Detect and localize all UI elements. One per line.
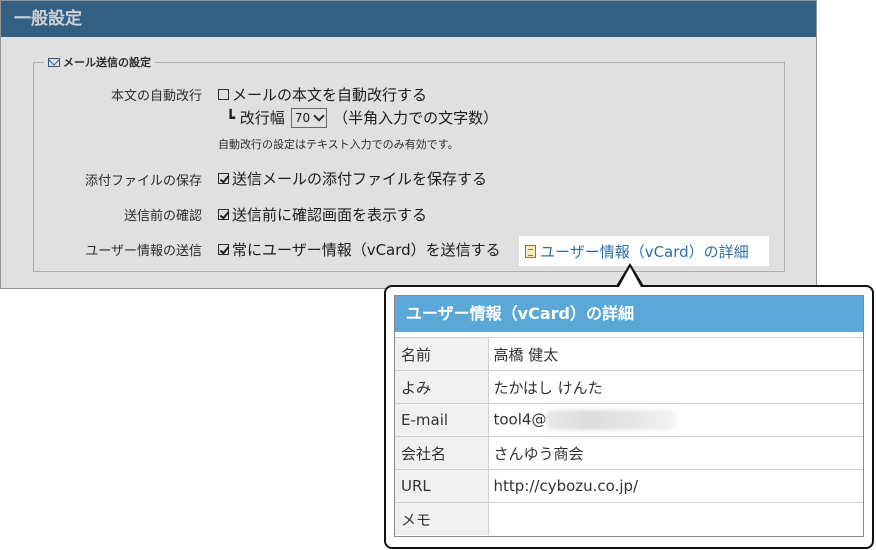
attachments-checkbox-label[interactable]: 送信メールの添付ファイルを保存する — [232, 168, 487, 189]
panel-title: 一般設定 — [1, 1, 816, 37]
table-row: URL http://cybozu.co.jp/ — [395, 469, 863, 503]
section-legend-label: メール送信の設定 — [63, 56, 151, 69]
row-value: 高橋 健太 — [488, 337, 863, 371]
vcard-checkbox[interactable] — [218, 244, 229, 255]
row-value: たかはし けんた — [488, 370, 863, 404]
confirm-label: 送信前の確認 — [123, 209, 202, 224]
wrap-width-suffix: （半角入力での文字数） — [333, 109, 499, 127]
wrap-width-select[interactable]: 70 — [290, 107, 328, 128]
row-value-email: tool4@ — [488, 403, 863, 437]
wrap-width-row: ┗ 改行幅 70 （半角入力での文字数） — [226, 107, 498, 128]
autowrap-note: 自動改行の設定はテキスト入力でのみ有効です。 — [218, 138, 459, 151]
table-row: よみ たかはし けんた — [395, 370, 863, 404]
autowrap-checkbox[interactable] — [218, 89, 229, 100]
vcard-detail-link-text[interactable]: ユーザー情報（vCard）の詳細 — [540, 241, 749, 262]
confirm-checkbox-label[interactable]: 送信前に確認画面を表示する — [232, 204, 427, 225]
attachments-label: 添付ファイルの保存 — [84, 174, 202, 189]
redacted-blur — [546, 410, 677, 430]
row-value — [488, 502, 863, 535]
confirm-checkbox[interactable] — [218, 209, 229, 220]
wrap-width-value: 70 — [294, 110, 311, 125]
row-key: よみ — [395, 370, 489, 404]
row-key: URL — [395, 469, 489, 503]
callout-pointer-fill — [619, 267, 641, 287]
table-row: メモ — [395, 502, 863, 535]
autowrap-label: 本文の自動改行 — [110, 89, 202, 104]
chevron-down-icon — [313, 109, 325, 122]
autowrap-checkbox-row[interactable]: メールの本文を自動改行する — [218, 84, 427, 105]
row-value: http://cybozu.co.jp/ — [488, 469, 863, 503]
section-legend: メール送信の設定 — [44, 54, 155, 70]
wrap-width-prefix: ┗ 改行幅 — [226, 109, 285, 127]
autowrap-checkbox-label[interactable]: メールの本文を自動改行する — [232, 84, 427, 105]
vcard-detail-title: ユーザー情報（vCard）の詳細 — [395, 296, 863, 332]
vcard-detail-panel: ユーザー情報（vCard）の詳細 名前 高橋 健太 よみ たかはし けんた E-… — [394, 295, 864, 537]
vcard-label: ユーザー情報の送信 — [85, 244, 202, 259]
attachments-checkbox-row[interactable]: 送信メールの添付ファイルを保存する — [218, 168, 487, 189]
document-icon — [525, 244, 536, 258]
email-local-part: tool4@ — [493, 410, 547, 429]
confirm-checkbox-row[interactable]: 送信前に確認画面を表示する — [218, 204, 427, 225]
row-key: 会社名 — [395, 436, 489, 470]
row-key: 名前 — [395, 337, 489, 371]
vcard-detail-table: 名前 高橋 健太 よみ たかはし けんた E-mail tool4@ 会社名 さ… — [395, 337, 863, 535]
attachments-checkbox[interactable] — [218, 173, 229, 184]
row-key: メモ — [395, 502, 489, 535]
row-key: E-mail — [395, 403, 489, 437]
table-row: E-mail tool4@ — [395, 403, 863, 437]
vcard-checkbox-label[interactable]: 常にユーザー情報（vCard）を送信する — [232, 239, 501, 260]
row-value: さんゆう商会 — [488, 436, 863, 470]
vcard-detail-link[interactable]: ユーザー情報（vCard）の詳細 — [519, 236, 769, 266]
mail-icon — [48, 57, 60, 67]
table-row: 会社名 さんゆう商会 — [395, 436, 863, 470]
table-row: 名前 高橋 健太 — [395, 337, 863, 371]
vcard-checkbox-row[interactable]: 常にユーザー情報（vCard）を送信する — [218, 239, 501, 260]
